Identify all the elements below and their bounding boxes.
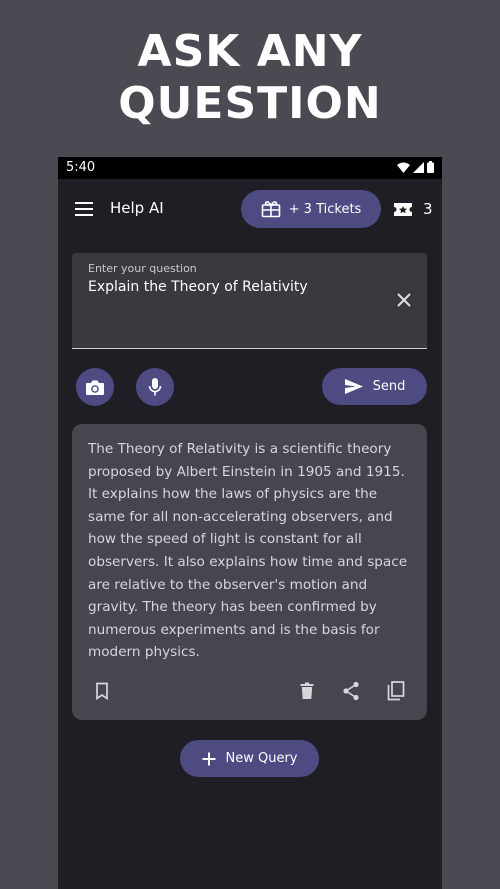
send-icon	[344, 379, 363, 394]
bookmark-icon	[96, 682, 108, 700]
promo-headline: ASK ANY QUESTION	[0, 26, 500, 130]
clear-icon[interactable]	[395, 291, 413, 309]
camera-icon	[86, 380, 104, 395]
answer-card: The Theory of Relativity is a scientific…	[72, 424, 427, 720]
battery-icon	[427, 161, 434, 173]
get-tickets-button[interactable]: + 3 Tickets	[241, 190, 381, 228]
send-button[interactable]: Send	[322, 368, 427, 405]
share-icon	[343, 681, 359, 701]
answer-text: The Theory of Relativity is a scientific…	[88, 441, 408, 661]
ticket-count: 3	[423, 200, 433, 218]
question-field[interactable]: Enter your question Explain the Theory o…	[72, 253, 427, 349]
promo-line-1: ASK ANY	[137, 26, 363, 77]
phone-screen: 5:40 Help AI + 3 Tickets 3 Enter your qu…	[58, 157, 442, 889]
wifi-icon	[397, 162, 410, 173]
gift-icon	[261, 201, 280, 218]
mic-icon	[148, 378, 162, 396]
question-label: Enter your question	[88, 262, 197, 275]
plus-icon	[202, 752, 215, 765]
status-time: 5:40	[66, 160, 96, 175]
mic-button[interactable]	[136, 368, 174, 406]
app-title: Help AI	[110, 199, 164, 217]
send-label: Send	[372, 379, 406, 394]
get-tickets-label: + 3 Tickets	[288, 201, 362, 217]
new-query-label: New Query	[225, 751, 298, 766]
copy-button[interactable]	[386, 681, 406, 701]
ticket-icon	[394, 202, 412, 216]
delete-icon	[300, 682, 314, 699]
menu-icon[interactable]	[74, 200, 94, 218]
delete-button[interactable]	[297, 681, 317, 701]
bookmark-button[interactable]	[92, 681, 112, 701]
share-button[interactable]	[341, 681, 361, 701]
status-icons	[397, 161, 434, 173]
copy-icon	[387, 681, 405, 701]
ticket-balance: 3	[393, 200, 433, 218]
new-query-button[interactable]: New Query	[180, 740, 319, 777]
question-input[interactable]: Explain the Theory of Relativity	[88, 279, 308, 295]
promo-line-2: QUESTION	[118, 78, 382, 129]
app-bar: Help AI + 3 Tickets 3	[58, 179, 442, 239]
status-bar: 5:40	[58, 157, 442, 179]
signal-icon	[413, 161, 424, 173]
camera-button[interactable]	[76, 368, 114, 406]
